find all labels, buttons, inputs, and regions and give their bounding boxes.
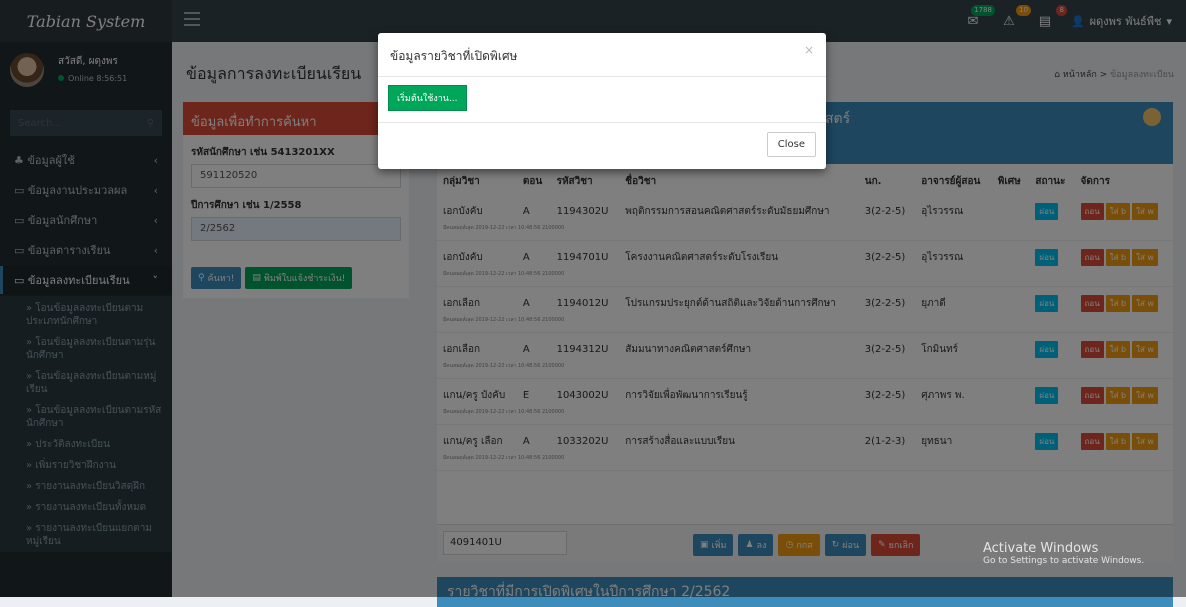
watermark-line2: Go to Settings to activate Windows. [983, 556, 1145, 566]
modal-header: ข้อมูลรายวิชาที่เปิดพิเศษ × [378, 33, 826, 77]
close-button[interactable]: Close [766, 132, 816, 157]
get-started-button[interactable]: เริ่มต้นใช้งาน... [388, 85, 467, 111]
modal-title: ข้อมูลรายวิชาที่เปิดพิเศษ [390, 49, 518, 63]
special-courses-modal: ข้อมูลรายวิชาที่เปิดพิเศษ × เริ่มต้นใช้ง… [378, 33, 826, 169]
close-icon[interactable]: × [804, 43, 814, 57]
activate-windows-watermark: Activate Windows Go to Settings to activa… [983, 541, 1144, 566]
watermark-line1: Activate Windows [983, 541, 1099, 556]
modal-body: เริ่มต้นใช้งาน... [378, 77, 826, 123]
modal-footer: Close [378, 123, 826, 169]
